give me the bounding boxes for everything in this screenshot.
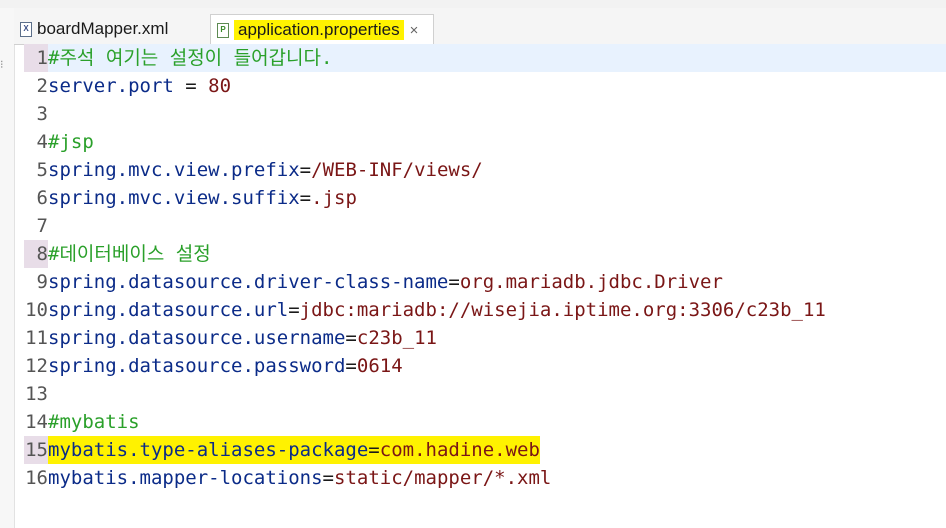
left-side-panel: ⁝	[0, 8, 15, 528]
token-key: spring.datasource.driver-class-name	[48, 271, 449, 293]
line-content: spring.datasource.driver-class-name=org.…	[48, 268, 723, 296]
code-line[interactable]: 13	[24, 380, 48, 408]
code-editor[interactable]: 1#주석 여기는 설정이 들어갑니다. 2server.port = 80 3 4#j…	[24, 44, 946, 528]
code-line[interactable]: 12spring.datasource.password=0614	[24, 352, 403, 380]
token-op: =	[448, 271, 460, 293]
code-line[interactable]: 2server.port = 80	[24, 72, 232, 100]
token-op: =	[173, 75, 209, 97]
properties-file-icon: P	[217, 22, 229, 38]
line-number: 4	[36, 131, 48, 153]
xml-file-icon: X	[20, 21, 32, 37]
code-line[interactable]: 6spring.mvc.view.suffix=.jsp	[24, 184, 357, 212]
line-content: #jsp	[48, 128, 94, 156]
code-line[interactable]: 7	[24, 212, 48, 240]
code-line[interactable]: 3	[24, 100, 48, 128]
line-number: 6	[36, 187, 48, 209]
code-line[interactable]: 11spring.datasource.username=c23b_11	[24, 324, 437, 352]
token-op: =	[299, 159, 312, 181]
line-number: 2	[36, 75, 48, 97]
token-key: mybatis.type-aliases-package	[48, 439, 369, 461]
close-icon[interactable]: ×	[410, 22, 419, 39]
token-key: server.port	[48, 75, 174, 97]
token-val: com.hadine.web	[379, 439, 540, 461]
code-line[interactable]: 14#mybatis	[24, 408, 140, 436]
line-content: spring.mvc.view.suffix=.jsp	[48, 184, 357, 212]
line-number: 13	[25, 383, 48, 405]
token-val: /WEB-INF/views/	[311, 159, 483, 181]
token-val: 80	[208, 75, 232, 97]
code-line[interactable]: 10spring.datasource.url=jdbc:mariadb://w…	[24, 296, 826, 324]
tab-application-properties[interactable]: P application.properties ×	[210, 14, 434, 45]
token-key: spring.mvc.view.prefix	[48, 159, 300, 181]
token-val: c23b_11	[356, 327, 437, 349]
token-op: =	[322, 467, 334, 489]
line-content: #데이터베이스 설정	[48, 240, 211, 268]
line-content: spring.datasource.password=0614	[48, 352, 403, 380]
token-comment: #jsp	[48, 131, 94, 153]
token-key: spring.datasource.password	[48, 355, 346, 377]
token-key: spring.datasource.username	[48, 327, 346, 349]
line-number: 12	[25, 355, 48, 377]
line-number: 8	[24, 240, 48, 268]
token-val: .jsp	[311, 187, 357, 209]
token-comment: #mybatis	[48, 411, 140, 433]
line-number: 11	[25, 327, 48, 349]
editor-tab-bar: X boardMapper.xml P application.properti…	[14, 8, 946, 45]
code-line[interactable]: 9spring.datasource.driver-class-name=org…	[24, 268, 723, 296]
line-content: spring.mvc.view.prefix=/WEB-INF/views/	[48, 156, 483, 184]
token-key: mybatis.mapper-locations	[48, 467, 323, 489]
line-number: 1	[24, 44, 48, 72]
line-number: 14	[25, 411, 48, 433]
token-op: =	[345, 355, 357, 377]
token-val: jdbc:mariadb://wisejia.iptime.org:3306/c…	[299, 299, 826, 321]
tab-boardmapper-xml[interactable]: X boardMapper.xml	[14, 14, 204, 44]
line-content: spring.datasource.url=jdbc:mariadb://wis…	[48, 296, 826, 324]
tab-label: application.properties	[234, 20, 404, 40]
token-val: org.mariadb.jdbc.Driver	[459, 271, 723, 293]
collapsed-panel-icon[interactable]: ⁝	[0, 58, 4, 71]
line-content: spring.datasource.username=c23b_11	[48, 324, 437, 352]
code-line[interactable]: 1#주석 여기는 설정이 들어갑니다.	[24, 44, 946, 72]
line-number: 3	[36, 103, 48, 125]
line-content: mybatis.type-aliases-package=com.hadine.…	[48, 436, 540, 464]
token-val: 0614	[356, 355, 403, 377]
line-number: 9	[36, 271, 48, 293]
token-comment: #주석 여기는 설정이 들어갑니다.	[48, 47, 333, 69]
tab-label: boardMapper.xml	[37, 19, 169, 38]
token-comment: #데이터베이스 설정	[48, 243, 211, 265]
line-content: #mybatis	[48, 408, 140, 436]
line-content: server.port = 80	[48, 72, 231, 100]
token-op: =	[345, 327, 357, 349]
line-number: 15	[24, 436, 48, 464]
code-line[interactable]: 15mybatis.type-aliases-package=com.hadin…	[24, 436, 540, 464]
code-line[interactable]: 4#jsp	[24, 128, 94, 156]
line-number: 16	[25, 467, 48, 489]
line-number: 7	[36, 215, 48, 237]
token-key: spring.mvc.view.suffix	[48, 187, 300, 209]
line-number: 5	[36, 159, 48, 181]
line-content: mybatis.mapper-locations=static/mapper/*…	[48, 464, 551, 492]
line-content: #주석 여기는 설정이 들어갑니다.	[48, 44, 332, 72]
token-val: static/mapper/*.xml	[334, 467, 552, 489]
token-op: =	[299, 187, 312, 209]
code-line[interactable]: 8#데이터베이스 설정	[24, 240, 211, 268]
code-line[interactable]: 5spring.mvc.view.prefix=/WEB-INF/views/	[24, 156, 483, 184]
token-op: =	[368, 439, 380, 461]
code-line[interactable]: 16mybatis.mapper-locations=static/mapper…	[24, 464, 551, 492]
line-number: 10	[25, 299, 48, 321]
token-key: spring.datasource.url	[48, 299, 289, 321]
token-op: =	[288, 299, 300, 321]
